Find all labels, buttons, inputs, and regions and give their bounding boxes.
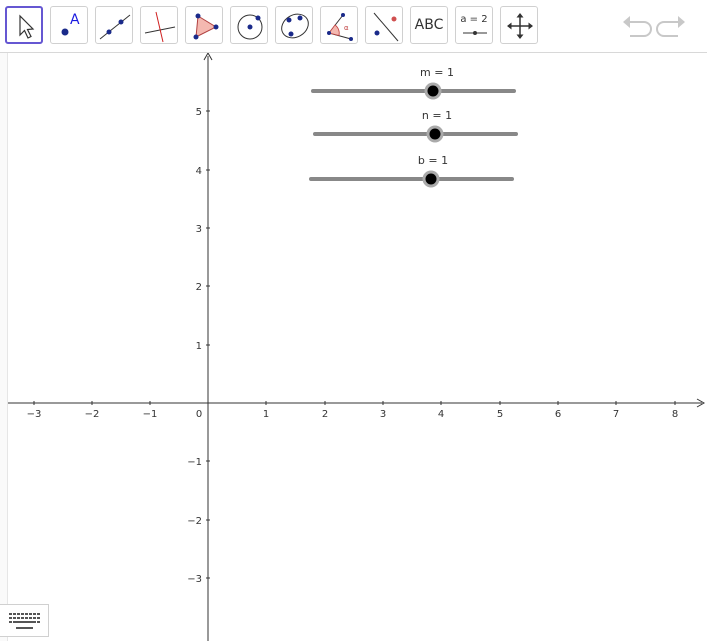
y-tick-label: −1 [187, 457, 202, 468]
x-tick-label: −2 [85, 409, 100, 420]
undo-button[interactable] [620, 12, 652, 40]
x-tick-label: 3 [380, 409, 386, 420]
conic-tool-button[interactable] [275, 6, 313, 44]
y-tick-group: 5 4 3 2 1 −1 −2 −3 [187, 107, 210, 585]
perpendicular-tool-button[interactable] [140, 6, 178, 44]
slider-tool-button[interactable]: a = 2 [455, 6, 493, 44]
redo-icon [656, 16, 685, 37]
toolbar: A α ABC a = 2 [0, 0, 707, 53]
keyboard-icon [9, 613, 40, 629]
x-tick-label: 2 [322, 409, 328, 420]
move-graphics-tool-button[interactable] [500, 6, 538, 44]
slider-b[interactable]: b = 1 [309, 154, 514, 188]
move-tool-button[interactable] [5, 6, 43, 44]
y-tick-label: −2 [187, 516, 202, 527]
svg-text:α: α [344, 24, 349, 32]
move-graphics-icon [507, 13, 533, 39]
redo-button[interactable] [656, 12, 688, 40]
slider-n[interactable]: n = 1 [313, 109, 518, 143]
ellipse-icon [281, 13, 309, 39]
x-tick-label: 8 [672, 409, 678, 420]
y-tick-label: 5 [196, 107, 202, 118]
x-tick-label: 1 [263, 409, 269, 420]
slider-b-handle[interactable] [425, 173, 437, 185]
reflect-icon [373, 12, 399, 42]
y-tick-label: 2 [196, 282, 202, 293]
slider-n-handle[interactable] [429, 128, 441, 140]
x-tick-label: 5 [497, 409, 503, 420]
algebra-view-edge[interactable] [0, 53, 8, 641]
origin-label: 0 [196, 409, 202, 420]
slider-b-label: b = 1 [418, 154, 448, 167]
text-tool-button[interactable]: ABC [410, 6, 448, 44]
undo-icon [623, 16, 652, 37]
line-tool-button[interactable] [95, 6, 133, 44]
circle-center-point-icon [237, 14, 263, 40]
reflect-tool-button[interactable] [365, 6, 403, 44]
y-tick-label: 1 [196, 341, 202, 352]
polygon-tool-button[interactable] [185, 6, 223, 44]
line-through-points-icon [99, 14, 131, 40]
text-tool-label: ABC [414, 17, 444, 33]
x-axis [8, 398, 706, 408]
y-tick-label: 3 [196, 224, 202, 235]
y-tick-label: 4 [196, 166, 202, 177]
x-tick-label: 4 [438, 409, 444, 420]
slider-icon [463, 31, 487, 35]
x-tick-group: −3 −2 −1 0 1 2 3 4 5 6 7 8 [27, 401, 678, 420]
point-tool-button[interactable]: A [50, 6, 88, 44]
slider-m-handle[interactable] [427, 85, 439, 97]
point-tool-label: A [70, 12, 80, 28]
circle-tool-button[interactable] [230, 6, 268, 44]
slider-m[interactable]: m = 1 [311, 66, 516, 100]
keyboard-button[interactable] [0, 604, 49, 637]
x-tick-label: −1 [143, 409, 158, 420]
x-tick-label: −3 [27, 409, 42, 420]
y-axis [203, 53, 213, 641]
y-tick-label: −3 [187, 574, 202, 585]
arrow-cursor-icon [19, 14, 35, 39]
perpendicular-line-icon [144, 11, 176, 43]
slider-m-label: m = 1 [420, 66, 454, 79]
x-tick-label: 6 [555, 409, 561, 420]
angle-tool-button[interactable]: α [320, 6, 358, 44]
graphics-view[interactable]: −3 −2 −1 0 1 2 3 4 5 6 7 8 5 4 3 2 1 −1 … [0, 53, 707, 641]
slider-n-label: n = 1 [422, 109, 452, 122]
polygon-icon [193, 13, 219, 40]
x-tick-label: 7 [613, 409, 619, 420]
angle-icon: α [327, 13, 353, 41]
